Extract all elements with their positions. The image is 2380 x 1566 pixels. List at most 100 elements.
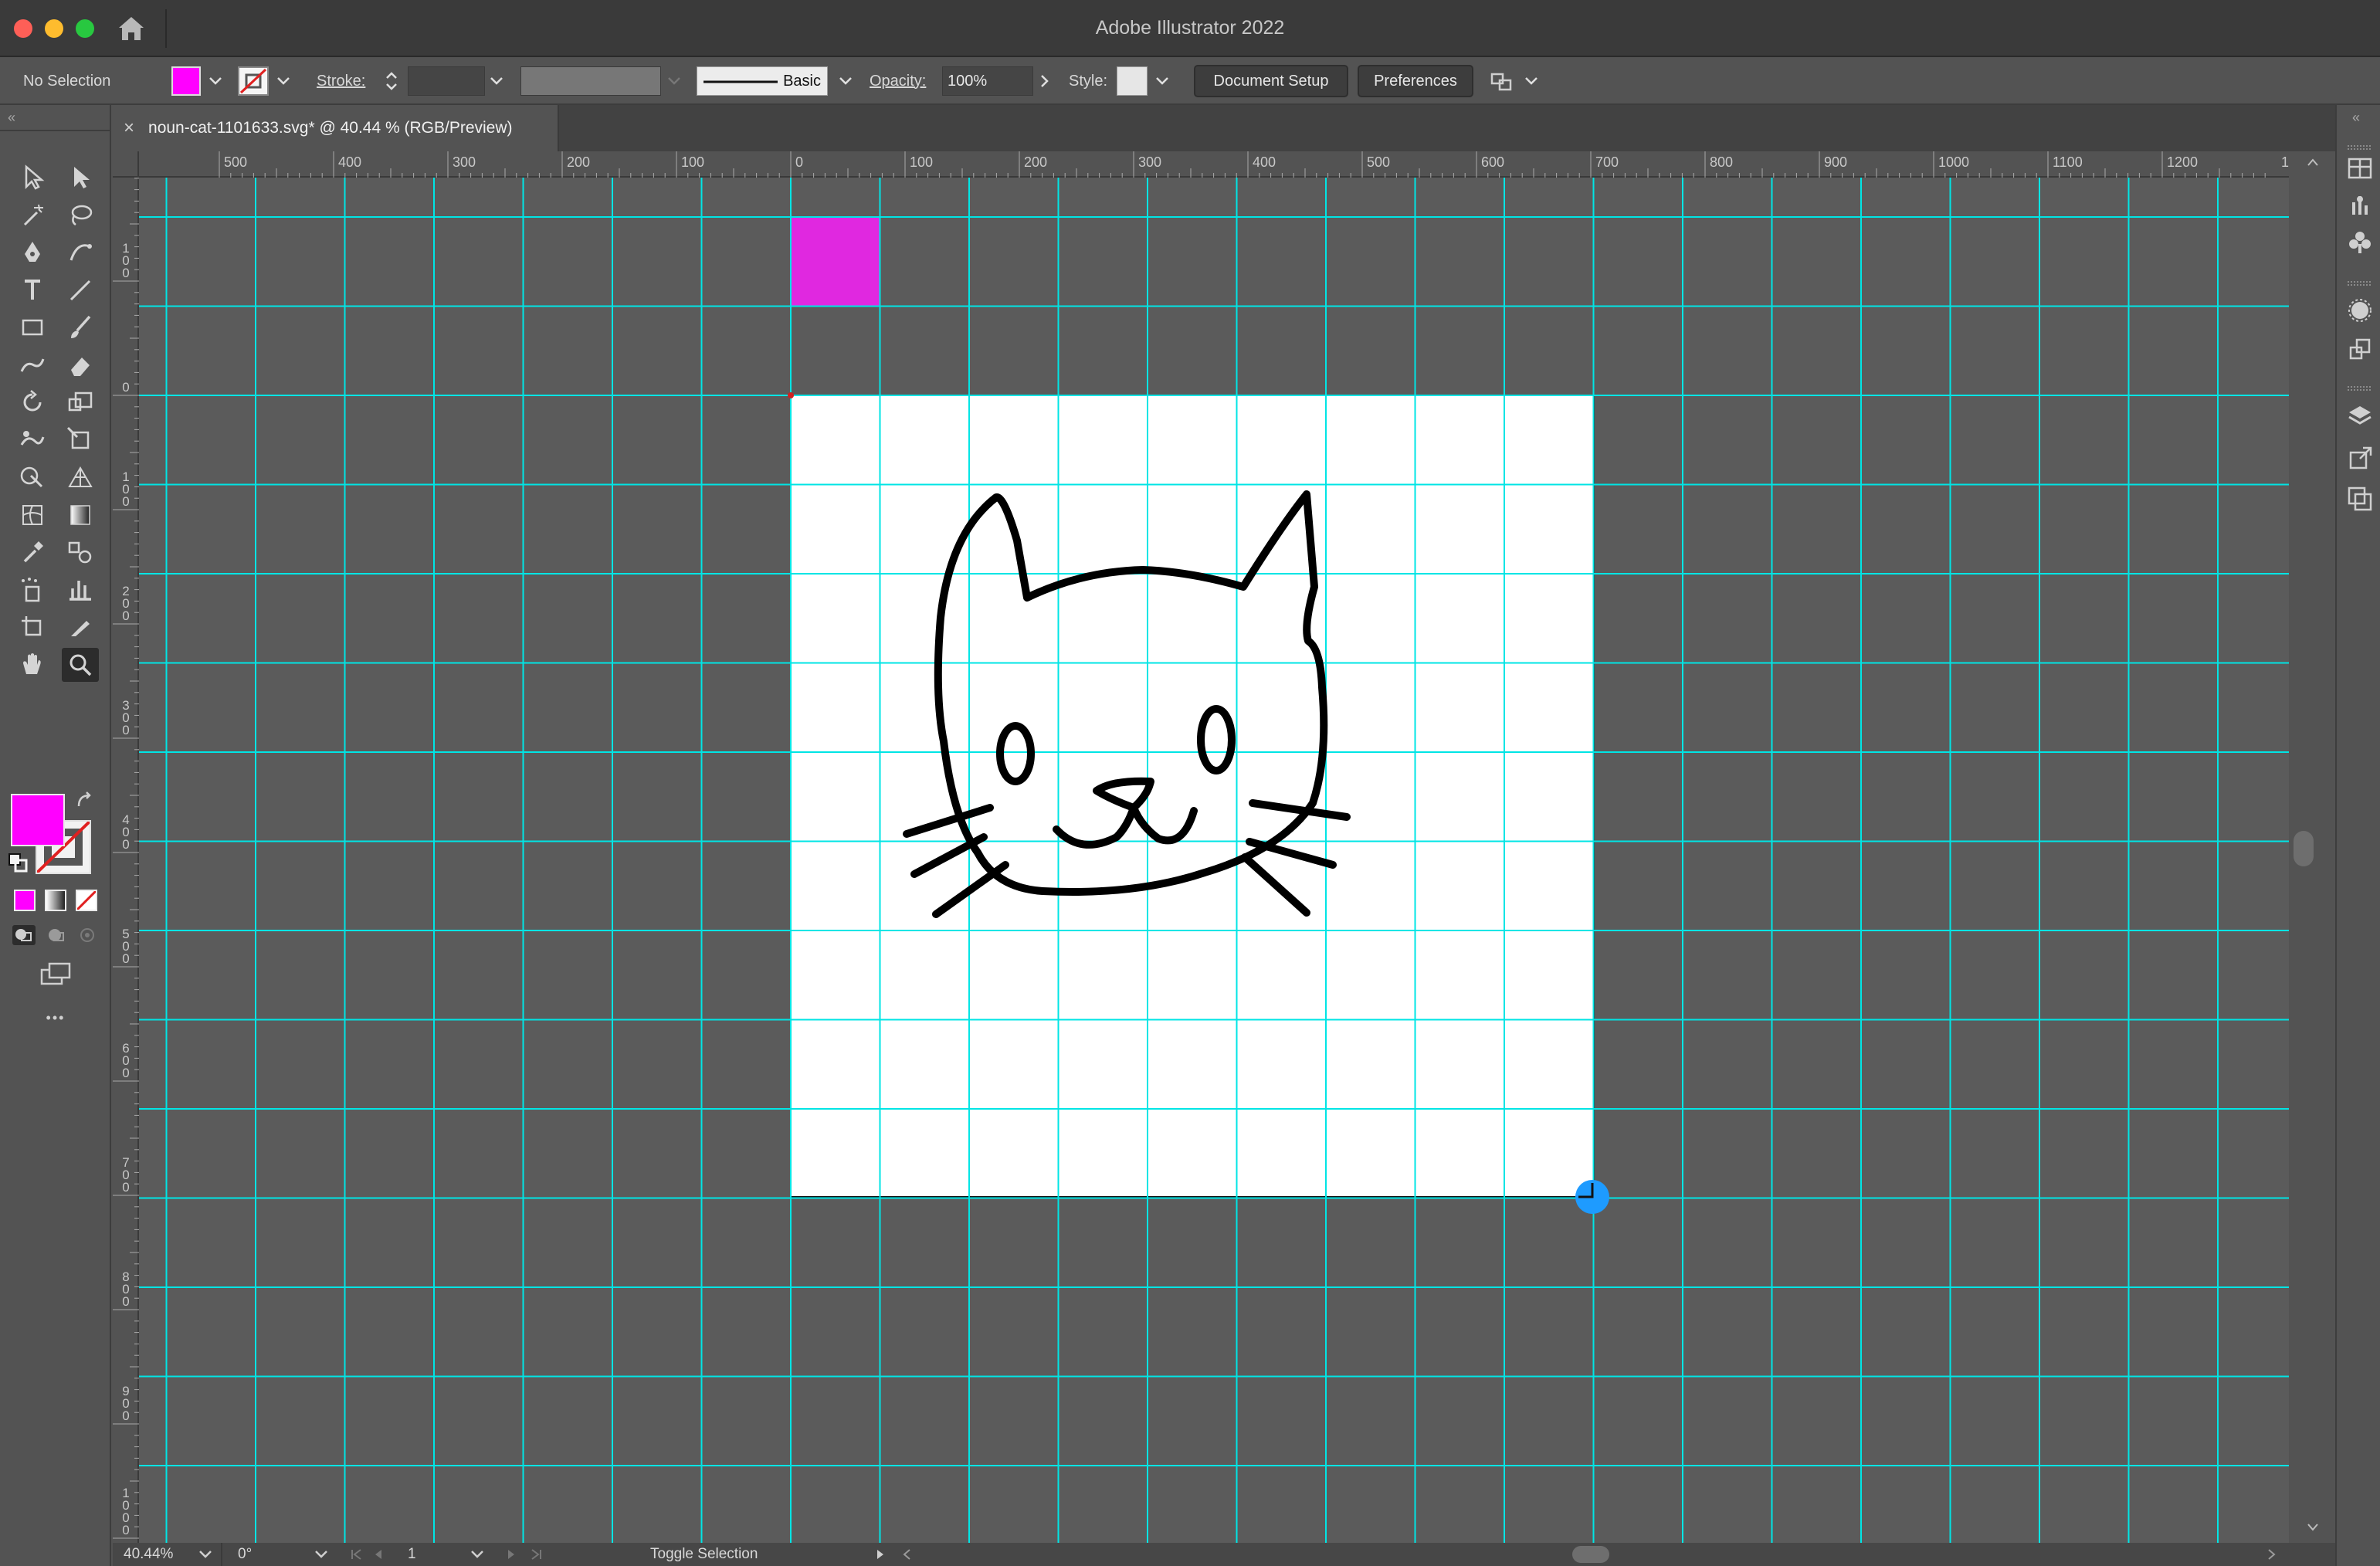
scroll-down-icon[interactable] — [2307, 1523, 2318, 1532]
draw-behind-icon[interactable] — [43, 924, 70, 947]
none-mode-button[interactable] — [76, 890, 97, 911]
last-artboard-icon[interactable] — [530, 1549, 542, 1560]
perspective-grid-tool[interactable] — [62, 460, 99, 494]
first-artboard-icon[interactable] — [351, 1549, 363, 1560]
arrange-dropdown[interactable] — [1520, 66, 1543, 96]
magenta-square[interactable] — [791, 216, 880, 306]
close-tab-icon[interactable]: × — [124, 117, 134, 139]
change-screen-mode-icon[interactable] — [39, 961, 73, 987]
line-segment-tool[interactable] — [62, 273, 99, 307]
opacity-expand[interactable] — [1033, 66, 1056, 96]
default-fill-stroke-icon[interactable] — [8, 852, 29, 874]
mesh-tool[interactable] — [14, 498, 51, 532]
column-graph-tool[interactable] — [62, 573, 99, 607]
ruler-label: 6 0 0 — [122, 1041, 130, 1080]
magic-wand-tool[interactable] — [14, 198, 51, 232]
arrange-documents-icon[interactable] — [1489, 69, 1515, 94]
pathfinder-icon[interactable] — [2346, 485, 2374, 513]
scroll-right-icon[interactable] — [2267, 1549, 2277, 1560]
canvas-area[interactable] — [139, 178, 2289, 1543]
color-mode-button[interactable] — [14, 890, 36, 911]
zoom-tool[interactable] — [62, 647, 99, 682]
artboard-number[interactable]: 1 — [408, 1543, 416, 1566]
artboard[interactable] — [790, 395, 1595, 1198]
opacity-field[interactable]: 100% — [942, 66, 1033, 96]
rectangle-tool[interactable] — [14, 310, 51, 344]
selection-tool[interactable] — [14, 161, 51, 195]
vertical-ruler[interactable]: 1 0 0 0 1 0 0 2 0 0 3 0 0 4 0 0 5 0 0 6 0 0 7 0 … — [113, 178, 139, 1543]
variable-width-profile[interactable] — [520, 66, 661, 96]
scroll-left-icon[interactable] — [902, 1549, 911, 1560]
direct-selection-tool[interactable] — [62, 161, 99, 195]
chevron-down-icon[interactable] — [315, 1551, 327, 1558]
stroke-dropdown[interactable] — [272, 66, 295, 96]
scale-tool[interactable] — [62, 385, 99, 419]
warp-tool[interactable] — [14, 423, 51, 457]
stroke-weight-field[interactable] — [408, 66, 485, 96]
shape-builder-tool[interactable] — [14, 460, 51, 494]
style-dropdown[interactable] — [1151, 66, 1174, 96]
document-tab[interactable]: × noun-cat-1101633.svg* @ 40.44 % (RGB/P… — [113, 105, 559, 151]
symbols-icon[interactable] — [2346, 229, 2374, 256]
fill-dropdown[interactable] — [204, 66, 227, 96]
appearance-icon[interactable] — [2346, 297, 2374, 324]
fill-color-box[interactable] — [11, 794, 65, 846]
preferences-button[interactable]: Preferences — [1358, 65, 1473, 97]
stroke-weight-stepper[interactable] — [378, 66, 405, 96]
artboard-tool[interactable] — [14, 610, 51, 644]
scroll-up-icon[interactable] — [2307, 158, 2318, 167]
ruler-origin[interactable] — [113, 151, 139, 178]
layers-icon[interactable] — [2346, 402, 2374, 429]
hand-tool[interactable] — [14, 648, 51, 682]
gradient-mode-button[interactable] — [45, 890, 66, 911]
previous-artboard-icon[interactable] — [374, 1549, 383, 1560]
symbol-sprayer-tool[interactable] — [14, 573, 51, 607]
graphic-style-swatch[interactable] — [1117, 66, 1148, 96]
draw-inside-icon[interactable] — [74, 924, 100, 947]
status-menu-icon[interactable] — [876, 1549, 885, 1560]
panel-group-grip[interactable] — [2348, 145, 2371, 150]
horizontal-scroll-thumb[interactable] — [1572, 1546, 1609, 1563]
expand-panels-icon[interactable]: « — [2352, 110, 2360, 126]
free-transform-tool[interactable] — [62, 423, 99, 457]
gradient-tool[interactable] — [62, 498, 99, 532]
zoom-level[interactable]: 40.44% — [124, 1543, 173, 1566]
variable-width-dropdown[interactable] — [663, 66, 686, 96]
transform-icon[interactable] — [2346, 335, 2374, 363]
opacity-label[interactable]: Opacity: — [870, 57, 926, 105]
brush-definition[interactable]: Basic — [697, 66, 828, 96]
blend-tool[interactable] — [62, 535, 99, 569]
collapse-toolbar-icon[interactable]: « — [8, 110, 15, 126]
rotate-tool[interactable] — [14, 385, 51, 419]
stroke-swatch[interactable] — [238, 66, 269, 96]
edit-toolbar-button[interactable]: ••• — [0, 1010, 111, 1026]
slice-tool[interactable] — [62, 610, 99, 644]
chevron-down-icon[interactable] — [471, 1551, 483, 1558]
libraries-icon[interactable] — [2346, 192, 2374, 219]
export-icon[interactable] — [2346, 445, 2374, 473]
shaper-tool[interactable] — [14, 348, 51, 382]
pen-tool[interactable] — [14, 236, 51, 269]
eraser-tool[interactable] — [62, 348, 99, 382]
paintbrush-tool[interactable] — [62, 310, 99, 344]
vertical-scroll-thumb[interactable] — [2294, 831, 2314, 866]
properties-icon[interactable] — [2346, 154, 2374, 182]
curvature-tool[interactable] — [62, 236, 99, 269]
document-setup-button[interactable]: Document Setup — [1194, 65, 1348, 97]
next-artboard-icon[interactable] — [507, 1549, 516, 1560]
brush-dropdown[interactable] — [834, 66, 857, 96]
type-tool[interactable] — [14, 273, 51, 307]
stroke-label[interactable]: Stroke: — [317, 57, 365, 105]
panel-group-grip[interactable] — [2348, 281, 2371, 286]
rotation-value[interactable]: 0° — [238, 1543, 252, 1566]
vertical-scrollbar[interactable] — [2289, 151, 2335, 1543]
draw-normal-icon[interactable] — [11, 924, 37, 947]
eyedropper-tool[interactable] — [14, 535, 51, 569]
fill-swatch[interactable] — [171, 66, 201, 96]
lasso-tool[interactable] — [62, 198, 99, 232]
stroke-weight-dropdown[interactable] — [485, 66, 508, 96]
horizontal-ruler[interactable]: 500 400 300 200 100 0 100 200 300 400 500 600 700 800… — [139, 151, 2289, 178]
chevron-down-icon[interactable] — [199, 1551, 212, 1558]
swap-fill-stroke-icon[interactable] — [74, 791, 96, 812]
panel-group-grip[interactable] — [2348, 386, 2371, 391]
